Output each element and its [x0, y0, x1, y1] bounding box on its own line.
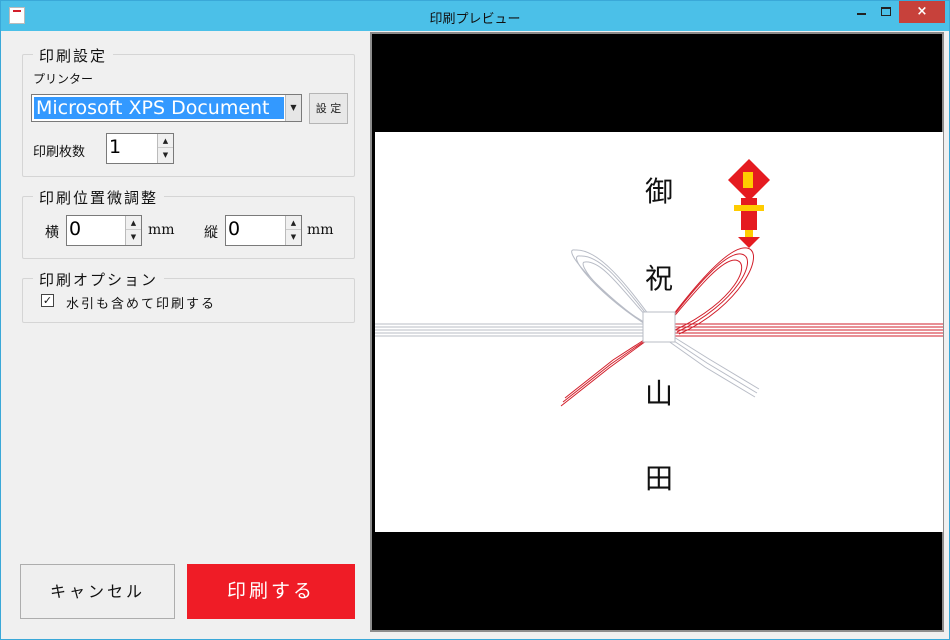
maximize-button[interactable]: [874, 1, 898, 23]
minimize-button[interactable]: [849, 1, 873, 23]
mizuhiki-left-strings: [375, 249, 760, 398]
spin-down-icon[interactable]: ▼: [126, 230, 141, 244]
copies-value: 1: [109, 136, 122, 158]
vertical-offset-value: 0: [228, 218, 241, 240]
horizontal-unit: mm: [148, 222, 175, 238]
horizontal-label: 横: [45, 225, 59, 241]
horizontal-offset-value: 0: [69, 218, 82, 240]
noshi-text-top-1: 御: [644, 175, 673, 208]
vertical-unit: mm: [307, 222, 334, 238]
print-preview-window: 印刷プレビュー × 印刷設定 プリンター Microsoft XPS Docum…: [0, 0, 950, 640]
noshi-ornament-icon: [728, 159, 770, 248]
vertical-offset-stepper[interactable]: 0 ▲ ▼: [225, 215, 302, 246]
close-button[interactable]: ×: [899, 1, 945, 23]
spin-up-icon[interactable]: ▲: [286, 216, 301, 230]
noshi-text-bottom-2: 田: [644, 462, 673, 495]
copies-stepper[interactable]: 1 ▲ ▼: [106, 133, 174, 164]
horizontal-offset-stepper[interactable]: 0 ▲ ▼: [66, 215, 142, 246]
vertical-stepper-buttons: ▲ ▼: [285, 216, 301, 245]
position-adjust-title: 印刷位置微調整: [33, 187, 165, 208]
mizuhiki-knot: [642, 311, 676, 343]
noshi-text-top-2: 祝: [644, 262, 673, 295]
maximize-icon: [881, 7, 891, 16]
printer-label: プリンター: [33, 72, 94, 86]
horizontal-stepper-buttons: ▲ ▼: [125, 216, 141, 245]
vertical-label: 縦: [204, 225, 218, 241]
copies-stepper-buttons: ▲ ▼: [157, 134, 173, 163]
chevron-down-icon[interactable]: ▼: [285, 95, 301, 121]
printer-select[interactable]: Microsoft XPS Document ▼: [31, 94, 302, 122]
title-bar[interactable]: 印刷プレビュー ×: [1, 1, 949, 31]
spin-down-icon[interactable]: ▼: [286, 230, 301, 244]
spin-down-icon[interactable]: ▼: [158, 148, 173, 162]
window-title: 印刷プレビュー: [429, 12, 521, 27]
print-settings-title: 印刷設定: [33, 45, 114, 66]
printer-settings-button[interactable]: 設 定: [309, 93, 348, 124]
printer-select-value: Microsoft XPS Document: [34, 97, 284, 119]
print-preview-area: 御 祝 山 田: [370, 32, 944, 632]
watermark-checkbox[interactable]: ✓: [41, 294, 54, 307]
spin-up-icon[interactable]: ▲: [126, 216, 141, 230]
print-button[interactable]: 印刷する: [187, 564, 355, 619]
spin-up-icon[interactable]: ▲: [158, 134, 173, 148]
cancel-button[interactable]: キャンセル: [20, 564, 175, 619]
watermark-label[interactable]: 水引も含めて印刷する: [66, 293, 216, 312]
noshi-text-bottom-1: 山: [644, 377, 673, 410]
check-icon: ✓: [42, 294, 53, 307]
noshi-paper: 御 祝 山 田: [375, 132, 943, 532]
minimize-icon: [856, 12, 866, 15]
copies-label: 印刷枚数: [33, 145, 86, 160]
print-options-title: 印刷オプション: [33, 269, 165, 290]
